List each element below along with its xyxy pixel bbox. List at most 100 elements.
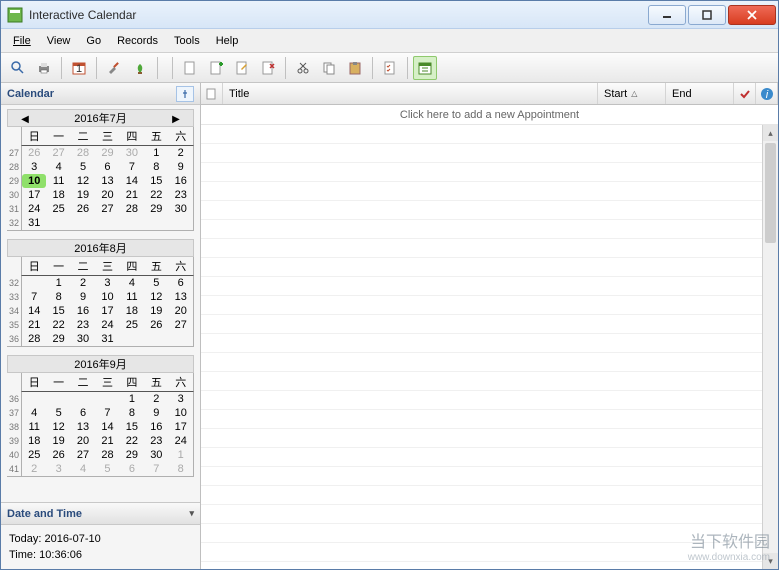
next-month-button[interactable]: ▶	[169, 112, 183, 126]
col-done-icon[interactable]	[734, 83, 756, 104]
day-cell[interactable]: 30	[144, 448, 168, 462]
day-cell[interactable]: 15	[120, 420, 144, 434]
day-cell[interactable]: 23	[71, 318, 95, 332]
day-cell[interactable]: 10	[169, 406, 193, 420]
day-cell[interactable]: 27	[71, 448, 95, 462]
day-cell[interactable]: 22	[46, 318, 70, 332]
minimize-button[interactable]	[648, 5, 686, 25]
day-cell[interactable]: 28	[22, 332, 46, 346]
day-cell[interactable]: 6	[71, 406, 95, 420]
day-cell[interactable]: 25	[22, 448, 46, 462]
day-cell[interactable]: 4	[71, 462, 95, 476]
day-cell[interactable]: 26	[144, 318, 168, 332]
day-cell[interactable]: 22	[144, 188, 168, 202]
day-cell[interactable]: 18	[22, 434, 46, 448]
day-cell[interactable]: 9	[71, 290, 95, 304]
day-cell[interactable]: 12	[46, 420, 70, 434]
day-cell[interactable]: 11	[120, 290, 144, 304]
day-cell[interactable]: 21	[95, 434, 119, 448]
menu-help[interactable]: Help	[208, 32, 247, 50]
col-info-icon[interactable]: i	[756, 83, 778, 104]
appointment-list[interactable]: ▴ ▾ 当下软件园 www.downxia.com	[201, 125, 778, 569]
day-cell[interactable]: 26	[71, 202, 95, 216]
day-cell[interactable]: 31	[22, 216, 46, 230]
new-item-icon[interactable]	[178, 56, 202, 80]
col-title[interactable]: Title	[223, 83, 598, 104]
close-button[interactable]	[728, 5, 776, 25]
day-cell[interactable]: 10	[22, 174, 46, 188]
day-cell[interactable]: 16	[144, 420, 168, 434]
day-cell[interactable]: 25	[46, 202, 70, 216]
day-cell[interactable]: 11	[46, 174, 70, 188]
day-cell[interactable]: 17	[169, 420, 193, 434]
menu-view[interactable]: View	[39, 32, 79, 50]
day-cell[interactable]: 2	[144, 392, 168, 406]
day-cell[interactable]: 16	[71, 304, 95, 318]
day-cell[interactable]: 8	[169, 462, 193, 476]
day-cell[interactable]: 3	[46, 462, 70, 476]
day-cell[interactable]: 16	[169, 174, 193, 188]
day-cell[interactable]: 2	[169, 146, 193, 160]
day-cell[interactable]: 15	[144, 174, 168, 188]
day-cell[interactable]: 25	[120, 318, 144, 332]
day-cell[interactable]: 7	[22, 290, 46, 304]
day-cell[interactable]: 14	[22, 304, 46, 318]
day-cell[interactable]: 30	[71, 332, 95, 346]
day-cell[interactable]: 5	[144, 276, 168, 290]
col-type-icon[interactable]	[201, 83, 223, 104]
day-cell[interactable]: 7	[95, 406, 119, 420]
day-cell[interactable]: 14	[120, 174, 144, 188]
search-icon[interactable]	[6, 56, 30, 80]
day-cell[interactable]: 29	[95, 146, 119, 160]
day-cell[interactable]: 28	[120, 202, 144, 216]
day-cell[interactable]: 29	[46, 332, 70, 346]
day-cell[interactable]: 24	[22, 202, 46, 216]
day-cell[interactable]: 20	[71, 434, 95, 448]
day-cell[interactable]: 4	[46, 160, 70, 174]
scrollbar-thumb[interactable]	[765, 143, 776, 243]
datetime-panel-header[interactable]: Date and Time ▾	[1, 503, 200, 525]
day-cell[interactable]: 6	[95, 160, 119, 174]
day-cell[interactable]: 10	[95, 290, 119, 304]
day-cell[interactable]: 1	[144, 146, 168, 160]
print-icon[interactable]	[32, 56, 56, 80]
day-cell[interactable]: 1	[169, 448, 193, 462]
day-cell[interactable]: 5	[71, 160, 95, 174]
day-cell[interactable]: 20	[169, 304, 193, 318]
copy-icon[interactable]	[317, 56, 341, 80]
cut-icon[interactable]	[291, 56, 315, 80]
day-cell[interactable]: 11	[22, 420, 46, 434]
day-cell[interactable]: 3	[169, 392, 193, 406]
pin-button[interactable]	[176, 86, 194, 102]
day-cell[interactable]: 3	[95, 276, 119, 290]
day-cell[interactable]: 26	[22, 146, 46, 160]
day-cell[interactable]: 23	[169, 188, 193, 202]
day-cell[interactable]: 14	[95, 420, 119, 434]
day-cell[interactable]: 19	[46, 434, 70, 448]
day-cell[interactable]: 9	[169, 160, 193, 174]
new-plus-icon[interactable]	[204, 56, 228, 80]
scroll-up-icon[interactable]: ▴	[763, 125, 778, 141]
day-cell[interactable]: 8	[144, 160, 168, 174]
day-cell[interactable]: 13	[95, 174, 119, 188]
today-icon[interactable]: 1	[67, 56, 91, 80]
menu-tools[interactable]: Tools	[166, 32, 208, 50]
day-cell[interactable]: 29	[120, 448, 144, 462]
day-cell[interactable]: 30	[120, 146, 144, 160]
day-cell[interactable]: 18	[120, 304, 144, 318]
day-cell[interactable]: 5	[95, 462, 119, 476]
maximize-button[interactable]	[688, 5, 726, 25]
day-cell[interactable]: 19	[144, 304, 168, 318]
col-start[interactable]: Start△	[598, 83, 666, 104]
day-cell[interactable]: 27	[46, 146, 70, 160]
day-cell[interactable]: 13	[71, 420, 95, 434]
day-cell[interactable]: 13	[169, 290, 193, 304]
plant-icon[interactable]	[128, 56, 152, 80]
day-cell[interactable]: 8	[120, 406, 144, 420]
day-cell[interactable]: 15	[46, 304, 70, 318]
day-cell[interactable]: 27	[95, 202, 119, 216]
prev-month-button[interactable]: ◀	[18, 112, 32, 126]
calendar-active-icon[interactable]	[413, 56, 437, 80]
day-cell[interactable]: 12	[71, 174, 95, 188]
col-end[interactable]: End	[666, 83, 734, 104]
